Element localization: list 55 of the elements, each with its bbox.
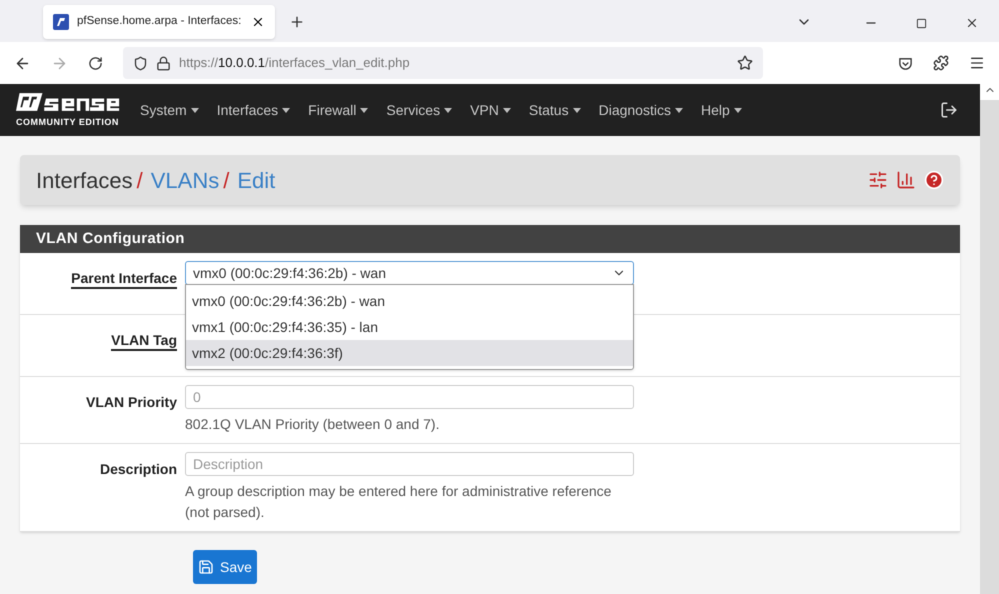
reload-icon[interactable] xyxy=(88,56,103,70)
help-text: A group description may be entered here for administrative reference (not parsed). xyxy=(185,482,612,522)
close-icon[interactable] xyxy=(965,16,979,30)
pocket-icon[interactable] xyxy=(898,56,913,70)
caret-icon xyxy=(282,108,290,112)
help-text: 802.1Q VLAN Priority (between 0 and 7). xyxy=(185,415,440,434)
nav-menu[interactable]: Help xyxy=(700,100,742,120)
dropdown-option[interactable]: vmx2 (00:0c:29:f4:36:3f) xyxy=(186,340,633,366)
caret-icon xyxy=(734,108,742,112)
nav-menu[interactable]: Diagnostics xyxy=(598,100,683,120)
save-button[interactable]: Save xyxy=(193,550,257,584)
field-label: VLAN Tag xyxy=(111,332,177,351)
bar-chart-icon[interactable] xyxy=(896,170,916,190)
caret-icon xyxy=(502,108,511,112)
help-icon[interactable] xyxy=(924,170,944,190)
nav-menu[interactable]: Interfaces xyxy=(216,100,290,120)
breadcrumb-separator: / xyxy=(136,166,143,194)
breadcrumb-separator: / xyxy=(223,166,230,194)
url-text: https://10.0.0.1/interfaces_vlan_edit.php xyxy=(179,54,411,72)
sliders-icon[interactable] xyxy=(868,170,888,190)
nav-menu[interactable]: Status xyxy=(528,100,581,120)
caret-icon xyxy=(190,108,199,112)
maximize-icon[interactable] xyxy=(916,18,927,29)
panel-title: VLAN Configuration xyxy=(36,228,185,249)
logout-icon[interactable] xyxy=(940,101,958,119)
dropdown-option[interactable]: vmx1 (00:0c:29:f4:36:35) - lan xyxy=(186,314,633,340)
text-input[interactable]: 0 xyxy=(185,385,634,409)
field-label: Parent Interface xyxy=(71,270,177,289)
caret-icon xyxy=(674,108,683,112)
address-bar[interactable]: https://10.0.0.1/interfaces_vlan_edit.php xyxy=(123,47,763,79)
breadcrumb-item: Interfaces xyxy=(36,166,133,194)
nav-menu[interactable]: System xyxy=(140,100,199,120)
menu-icon[interactable] xyxy=(969,55,985,71)
nav-menu[interactable]: VPN xyxy=(470,100,511,120)
browser-tab[interactable]: pfSense.home.arpa - Interfaces: xyxy=(43,5,275,39)
save-icon xyxy=(198,559,214,575)
nav-menu[interactable]: Services xyxy=(386,100,452,120)
close-icon[interactable] xyxy=(251,15,265,29)
tab-title: pfSense.home.arpa - Interfaces: xyxy=(77,14,242,30)
new-tab-icon[interactable] xyxy=(289,14,305,30)
text-input[interactable]: Description xyxy=(185,452,634,476)
field-label: VLAN Priority xyxy=(86,394,177,412)
site-icon xyxy=(53,14,69,30)
select-field[interactable]: vmx0 (00:0c:29:f4:36:2b) - wan xyxy=(185,261,634,285)
lock-icon xyxy=(156,56,171,70)
bookmark-star-icon[interactable] xyxy=(737,55,753,71)
shield-icon xyxy=(133,56,148,70)
logo-subtitle: COMMUNITY EDITION xyxy=(16,116,119,130)
field-label: Description xyxy=(100,461,177,479)
nav-menu[interactable]: Firewall xyxy=(308,100,368,120)
dropdown-option[interactable]: vmx0 (00:0c:29:f4:36:2b) - wan xyxy=(186,288,633,314)
caret-icon xyxy=(360,108,368,112)
extensions-icon[interactable] xyxy=(933,55,949,71)
caret-icon xyxy=(572,108,581,112)
caret-icon xyxy=(444,108,452,112)
